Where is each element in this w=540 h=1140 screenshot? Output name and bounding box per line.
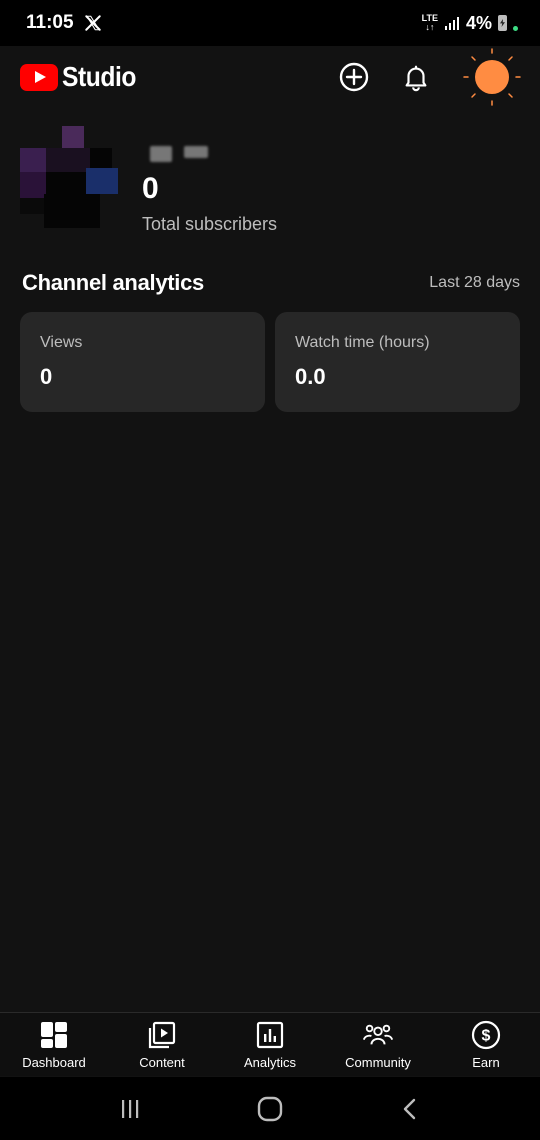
lte-icon: LTE ↓↑ (422, 14, 438, 32)
bottom-nav: Dashboard Content Analytics Community $ … (0, 1012, 540, 1076)
redacted-block (150, 146, 172, 162)
battery-percent: 4% (465, 12, 492, 33)
header-actions (338, 47, 522, 107)
notifications-button[interactable] (400, 61, 432, 93)
recents-button[interactable] (110, 1089, 150, 1129)
analytics-icon (255, 1020, 285, 1050)
community-icon (363, 1020, 393, 1050)
system-nav (0, 1077, 540, 1140)
nav-label: Earn (472, 1054, 500, 1070)
card-value: 0 (40, 364, 53, 389)
app-name: Studio (62, 61, 137, 92)
subscriber-label: Total subscribers (142, 214, 278, 234)
account-button[interactable] (462, 47, 522, 107)
home-button[interactable] (250, 1089, 290, 1129)
back-icon (403, 1098, 416, 1119)
studio-logo[interactable]: Studio (20, 61, 146, 93)
privacy-indicator-dot (513, 25, 518, 31)
analytics-range: Last 28 days (429, 274, 520, 291)
app-header: Studio (0, 46, 540, 108)
subscriber-count: 0 (142, 172, 159, 205)
nav-dashboard[interactable]: Dashboard (0, 1020, 108, 1070)
create-icon (339, 62, 369, 92)
youtube-logo-icon (20, 63, 58, 91)
nav-content[interactable]: Content (108, 1020, 216, 1070)
battery-charging-icon (498, 15, 507, 31)
recents-icon (122, 1099, 139, 1118)
analytics-header: Channel analytics Last 28 days (22, 270, 520, 296)
notifications-icon (405, 65, 427, 92)
nav-analytics[interactable]: Analytics (216, 1020, 324, 1070)
svg-text:$: $ (482, 1027, 491, 1044)
nav-community[interactable]: Community (324, 1020, 432, 1070)
card-label: Watch time (hours) (295, 334, 430, 351)
dashboard-icon (39, 1020, 69, 1050)
nav-label: Analytics (243, 1054, 297, 1070)
views-card[interactable]: Views 0 (20, 312, 265, 412)
nav-earn[interactable]: $ Earn (432, 1020, 540, 1070)
status-left: 11:05 (26, 12, 102, 34)
channel-avatar-blurred[interactable] (20, 122, 120, 232)
watch-time-card[interactable]: Watch time (hours) 0.0 (275, 312, 520, 412)
status-bar: 11:05 LTE ↓↑ 4% (0, 0, 540, 46)
channel-info: 0 Total subscribers (20, 122, 520, 242)
card-value: 0.0 (295, 364, 326, 389)
x-app-icon (84, 14, 102, 32)
nav-label: Content (139, 1054, 185, 1070)
back-button[interactable] (390, 1089, 430, 1129)
analytics-cards: Views 0 Watch time (hours) 0.0 (20, 312, 520, 412)
earn-icon: $ (471, 1020, 501, 1050)
content-icon (147, 1020, 177, 1050)
card-label: Views (40, 334, 83, 351)
create-button[interactable] (338, 61, 370, 93)
nav-label: Dashboard (22, 1054, 86, 1070)
signal-icon (444, 15, 460, 31)
sun-rays-icon (463, 48, 521, 106)
channel-name-redacted (150, 146, 208, 162)
status-right: LTE ↓↑ 4% (422, 13, 518, 34)
redacted-block (184, 146, 208, 158)
home-icon (257, 1096, 283, 1121)
status-time: 11:05 (26, 12, 74, 33)
analytics-title: Channel analytics (22, 270, 204, 295)
screen: 11:05 LTE ↓↑ 4% Studio 0 Total subscribe… (0, 0, 540, 1140)
nav-label: Community (345, 1054, 411, 1070)
lte-arrows: ↓↑ (425, 22, 435, 32)
